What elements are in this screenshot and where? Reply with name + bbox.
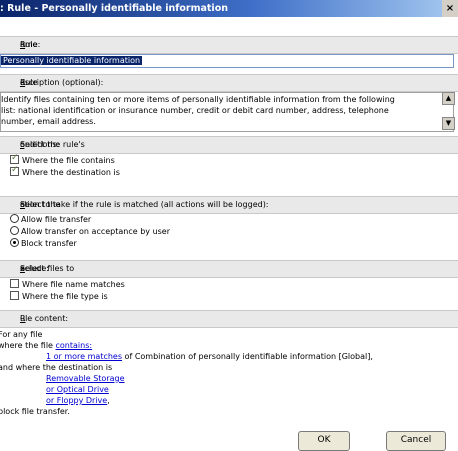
checkbox-checked-icon[interactable] [10, 153, 19, 164]
content-line-block: block file transfer. [0, 407, 70, 416]
close-icon[interactable]: × [442, 0, 458, 17]
contains-link[interactable]: contains: [56, 341, 93, 350]
cancel-button[interactable]: Cancel [386, 431, 446, 451]
matches-link[interactable]: 1 or more matches [46, 352, 122, 361]
radio-allow-on-acceptance[interactable]: Allow transfer on acceptance by user [10, 226, 170, 237]
condition-file-contains[interactable]: Where the file contains [10, 153, 115, 166]
checkbox-icon[interactable] [10, 291, 19, 300]
radio-icon[interactable] [10, 214, 19, 223]
exclude-file-name[interactable]: Where file name matches [10, 279, 125, 290]
scroll-up-icon[interactable]: ▲ [442, 92, 455, 105]
radio-selected-icon[interactable] [10, 238, 19, 247]
rule-name-value: Personally identifiable information [1, 56, 143, 65]
rule-name-input[interactable]: Personally identifiable information [0, 54, 454, 68]
checkbox-checked-icon[interactable] [10, 165, 19, 176]
scroll-down-icon[interactable]: ▼ [442, 117, 455, 130]
content-line-file-contains: where the file contains: [0, 341, 93, 350]
ok-button[interactable]: OK [298, 431, 350, 451]
description-line-1: Identify files containing ten or more it… [1, 95, 395, 104]
floppy-drive-link[interactable]: or Floppy Drive, [46, 395, 110, 406]
content-line-destination: and where the destination is [0, 363, 113, 372]
rule-content-panel: For any file where the file contains: 1 … [0, 329, 458, 425]
rule-name-header: Rule n ame: [0, 36, 458, 54]
description-line-3: number, email address. [1, 117, 96, 126]
conditions-header: Select the rule's c onditions: [0, 136, 458, 154]
title-bar: : Rule - Personally identifiable informa… [0, 0, 458, 17]
exclude-file-type[interactable]: Where the file type is [10, 291, 108, 302]
removable-storage-link[interactable]: Removable Storage [46, 373, 125, 384]
rule-description-header: Rule d escription (optional): [0, 74, 458, 92]
rule-content-header: Rule content: [0, 310, 458, 328]
content-line-any-file: For any file [0, 330, 43, 339]
checkbox-icon[interactable] [10, 279, 19, 288]
radio-block-transfer[interactable]: Block transfer [10, 238, 77, 249]
exclude-header: Select files to e xclude: [0, 260, 458, 278]
content-line-matches: 1 or more matches of Combination of pers… [46, 352, 373, 361]
optical-drive-link[interactable]: or Optical Drive [46, 384, 109, 395]
condition-destination-is[interactable]: Where the destination is [10, 165, 120, 178]
radio-icon[interactable] [10, 226, 19, 235]
description-line-2: list: national identification or insuran… [1, 106, 389, 115]
window-title: : Rule - Personally identifiable informa… [0, 3, 228, 14]
description-scrollbar[interactable]: ▲ ▼ [442, 92, 455, 130]
rule-description-textarea[interactable]: Identify files containing ten or more it… [0, 92, 454, 132]
action-header: Select the a ction to take if the rule is… [0, 196, 458, 214]
radio-allow-transfer[interactable]: Allow file transfer [10, 214, 91, 225]
